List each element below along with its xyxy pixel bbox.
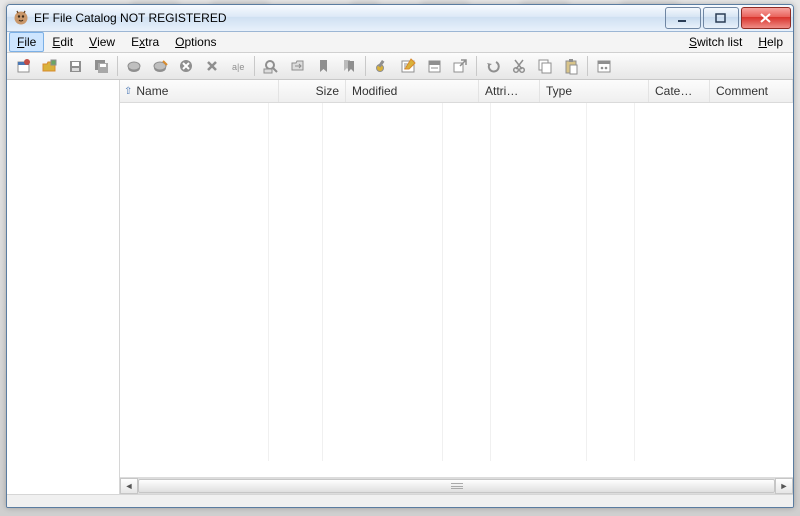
toolbar-save-button[interactable] [63,54,87,78]
client-area: ⇧NameSizeModifiedAttri…TypeCate…Comment … [7,80,793,494]
column-cate[interactable]: Cate… [649,80,710,102]
statusbar [7,494,793,507]
column-header: ⇧ Name Size Modified Attri… Type Cate… Comment [120,80,793,103]
toolbar-save-all-button[interactable] [89,54,113,78]
toolbar-assign-button[interactable] [448,54,472,78]
app-window: EF File Catalog NOT REGISTERED File Edit… [6,4,794,508]
minimize-button[interactable] [665,7,701,29]
toolbar-separator [476,56,477,76]
toolbar-bookmark-button[interactable] [311,54,335,78]
toolbar-edit-category-button[interactable] [422,54,446,78]
grid-line [322,103,323,461]
column-label: Attri… [485,84,518,98]
toolbar-separator [365,56,366,76]
toolbar-options-dialog-button[interactable] [592,54,616,78]
menu-file[interactable]: File [9,32,44,52]
column-label: Cate… [655,84,692,98]
menubar: File Edit View Extra Options Switch list… [7,32,793,53]
horizontal-scrollbar[interactable]: ◄ ► [120,477,793,494]
toolbar-new-catalog-button[interactable] [11,54,35,78]
grid-line [634,103,635,461]
toolbar-paste-button[interactable] [559,54,583,78]
toolbar-copy-button[interactable] [533,54,557,78]
toolbar-find-next-button[interactable] [285,54,309,78]
grid-line [442,103,443,461]
column-attr[interactable]: Attri… [479,80,540,102]
toolbar-undo-button[interactable] [481,54,505,78]
grid-line [490,103,491,461]
app-icon [13,10,29,26]
window-title: EF File Catalog NOT REGISTERED [34,11,227,25]
column-label: Name [136,84,168,98]
menu-extra[interactable]: Extra [123,32,167,52]
toolbar-edit-comment-button[interactable] [396,54,420,78]
toolbar-find-button[interactable] [259,54,283,78]
scroll-track[interactable] [138,478,775,494]
toolbar-cut-button[interactable] [507,54,531,78]
list-body[interactable] [120,103,793,477]
menu-edit[interactable]: Edit [44,32,81,52]
toolbar-add-button[interactable] [122,54,146,78]
toolbar-rename-button[interactable]: a|e [226,54,250,78]
column-type[interactable]: Type [540,80,649,102]
column-size[interactable]: Size [279,80,346,102]
toolbar: a|e [7,53,793,80]
scroll-right-button[interactable]: ► [775,478,793,494]
grid-line [586,103,587,461]
close-button[interactable] [741,7,791,29]
toolbar-bookmarks-button[interactable] [337,54,361,78]
column-label: Comment [716,84,768,98]
titlebar[interactable]: EF File Catalog NOT REGISTERED [7,5,793,32]
toolbar-delete-button[interactable] [174,54,198,78]
grid-line [268,103,269,461]
toolbar-remove-button[interactable] [200,54,224,78]
column-label: Modified [352,84,397,98]
menu-options[interactable]: Options [167,32,224,52]
toolbar-separator [254,56,255,76]
column-label: Type [546,84,572,98]
menu-help[interactable]: Help [750,32,791,52]
menu-view[interactable]: View [81,32,123,52]
tree-pane[interactable] [7,80,120,494]
column-comment[interactable]: Comment [710,80,793,102]
toolbar-properties-button[interactable] [370,54,394,78]
column-name[interactable]: ⇧ Name [120,80,279,102]
svg-text:a|e: a|e [232,62,244,72]
toolbar-open-catalog-button[interactable] [37,54,61,78]
sort-asc-icon: ⇧ [124,86,132,97]
scroll-thumb[interactable] [138,479,775,493]
list-pane: ⇧NameSizeModifiedAttri…TypeCate…Comment … [120,80,793,494]
menu-switch-list[interactable]: Switch list [681,32,750,52]
toolbar-add-from-button[interactable] [148,54,172,78]
maximize-button[interactable] [703,7,739,29]
column-label: Size [316,84,339,98]
column-modified[interactable]: Modified [346,80,479,102]
toolbar-separator [117,56,118,76]
toolbar-separator [587,56,588,76]
scroll-left-button[interactable]: ◄ [120,478,138,494]
